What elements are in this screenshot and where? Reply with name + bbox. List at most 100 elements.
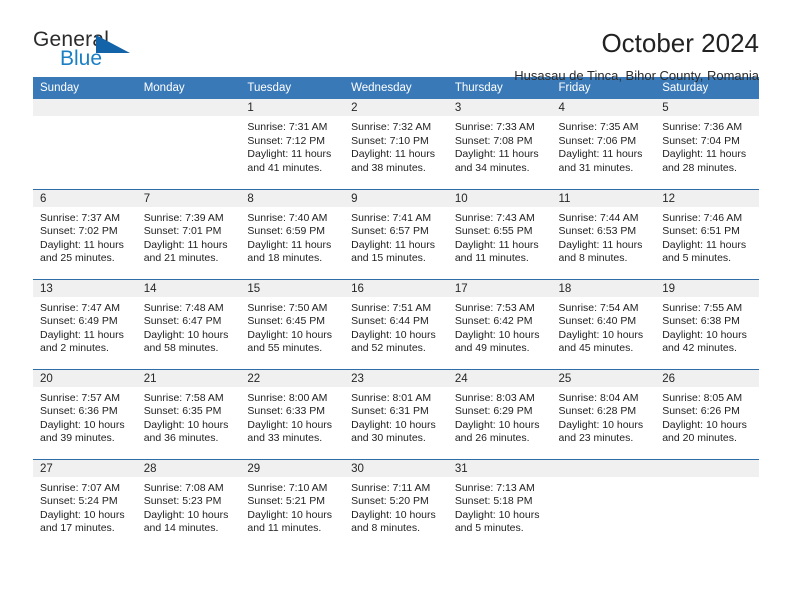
daylight-text-line1: Daylight: 10 hours (454, 418, 540, 431)
sunset-text: Sunset: 6:51 PM (662, 225, 740, 238)
day-number (551, 459, 656, 477)
sunset-text: Sunset: 6:29 PM (454, 405, 533, 418)
day-cell[interactable]: 25 Sunrise: 8:04 AM Sunset: 6:28 PM Dayl… (551, 368, 656, 459)
day-details: Sunrise: 7:55 AM Sunset: 6:38 PM Dayligh… (655, 297, 759, 356)
sunset-text: Sunset: 6:26 PM (662, 405, 740, 418)
day-cell[interactable]: 15 Sunrise: 7:50 AM Sunset: 6:45 PM Dayl… (240, 278, 345, 369)
day-cell[interactable]: 30 Sunrise: 7:11 AM Sunset: 5:20 PM Dayl… (344, 458, 448, 549)
daylight-text-line2: and 36 minutes. (143, 432, 219, 445)
day-details: Sunrise: 7:36 AM Sunset: 7:04 PM Dayligh… (655, 116, 759, 175)
calendar-week-row: 1 Sunrise: 7:31 AM Sunset: 7:12 PM Dayli… (33, 99, 759, 189)
day-details: Sunrise: 7:32 AM Sunset: 7:10 PM Dayligh… (344, 116, 448, 175)
day-number: 6 (33, 189, 137, 207)
day-details: Sunrise: 7:13 AM Sunset: 5:18 PM Dayligh… (448, 477, 552, 536)
day-cell[interactable]: 12 Sunrise: 7:46 AM Sunset: 6:51 PM Dayl… (655, 188, 759, 279)
daylight-text-line1: Daylight: 10 hours (40, 508, 125, 521)
daylight-text-line2: and 14 minutes. (143, 522, 219, 535)
day-number: 10 (447, 189, 552, 207)
sunset-text: Sunset: 6:36 PM (40, 405, 118, 418)
day-details: Sunrise: 7:07 AM Sunset: 5:24 PM Dayligh… (33, 477, 137, 536)
day-details: Sunrise: 7:51 AM Sunset: 6:44 PM Dayligh… (344, 297, 448, 356)
day-details: Sunrise: 8:01 AM Sunset: 6:31 PM Dayligh… (344, 387, 448, 446)
day-cell[interactable]: 23 Sunrise: 8:01 AM Sunset: 6:31 PM Dayl… (344, 368, 448, 459)
day-number: 19 (655, 279, 759, 297)
day-number: 17 (447, 279, 552, 297)
sunset-text: Sunset: 6:35 PM (143, 405, 222, 418)
day-number: 14 (136, 279, 241, 297)
day-number (136, 99, 241, 116)
day-details: Sunrise: 7:41 AM Sunset: 6:57 PM Dayligh… (344, 207, 448, 266)
day-cell[interactable] (33, 99, 137, 189)
day-number: 22 (240, 369, 345, 387)
daylight-text-line2: and 2 minutes. (40, 342, 109, 355)
weekday-header-monday: Monday (136, 77, 241, 99)
day-cell[interactable]: 20 Sunrise: 7:57 AM Sunset: 6:36 PM Dayl… (33, 368, 137, 459)
day-number: 28 (136, 459, 241, 477)
day-cell[interactable]: 1 Sunrise: 7:31 AM Sunset: 7:12 PM Dayli… (240, 99, 345, 189)
day-cell[interactable]: 18 Sunrise: 7:54 AM Sunset: 6:40 PM Dayl… (551, 278, 656, 369)
day-cell[interactable]: 29 Sunrise: 7:10 AM Sunset: 5:21 PM Dayl… (240, 458, 345, 549)
day-cell[interactable]: 24 Sunrise: 8:03 AM Sunset: 6:29 PM Dayl… (447, 368, 552, 459)
page-header: General Blue October 2024 Husasau de Tin… (33, 0, 759, 83)
daylight-text-line1: Daylight: 11 hours (662, 148, 747, 161)
day-cell[interactable]: 31 Sunrise: 7:13 AM Sunset: 5:18 PM Dayl… (447, 458, 552, 549)
day-cell[interactable]: 14 Sunrise: 7:48 AM Sunset: 6:47 PM Dayl… (136, 278, 241, 369)
day-cell[interactable]: 9 Sunrise: 7:41 AM Sunset: 6:57 PM Dayli… (344, 188, 448, 279)
day-cell[interactable]: 17 Sunrise: 7:53 AM Sunset: 6:42 PM Dayl… (447, 278, 552, 369)
logo-text-blue: Blue (60, 47, 103, 70)
day-details (137, 116, 241, 121)
day-cell[interactable]: 28 Sunrise: 7:08 AM Sunset: 5:23 PM Dayl… (136, 458, 241, 549)
day-cell[interactable]: 3 Sunrise: 7:33 AM Sunset: 7:08 PM Dayli… (447, 99, 552, 189)
day-cell[interactable]: 6 Sunrise: 7:37 AM Sunset: 7:02 PM Dayli… (33, 188, 137, 279)
day-details: Sunrise: 7:54 AM Sunset: 6:40 PM Dayligh… (552, 297, 656, 356)
daylight-text-line1: Daylight: 10 hours (454, 328, 540, 341)
sunrise-text: Sunrise: 7:10 AM (247, 481, 328, 494)
day-details: Sunrise: 7:57 AM Sunset: 6:36 PM Dayligh… (33, 387, 137, 446)
day-cell[interactable]: 10 Sunrise: 7:43 AM Sunset: 6:55 PM Dayl… (447, 188, 552, 279)
sunrise-text: Sunrise: 7:43 AM (454, 211, 535, 224)
day-number: 21 (136, 369, 241, 387)
sunset-text: Sunset: 6:49 PM (40, 315, 118, 328)
daylight-text-line2: and 15 minutes. (351, 252, 426, 265)
generalblue-logo[interactable]: General Blue (33, 28, 145, 74)
sunset-text: Sunset: 6:38 PM (662, 315, 740, 328)
sunrise-text: Sunrise: 7:58 AM (143, 391, 224, 404)
sunrise-text: Sunrise: 7:31 AM (247, 121, 328, 133)
day-cell[interactable]: 2 Sunrise: 7:32 AM Sunset: 7:10 PM Dayli… (344, 99, 448, 189)
day-number: 18 (551, 279, 656, 297)
daylight-text-line1: Daylight: 10 hours (247, 418, 333, 431)
sunrise-text: Sunrise: 7:08 AM (143, 481, 224, 494)
daylight-text-line1: Daylight: 10 hours (143, 418, 229, 431)
day-cell[interactable]: 27 Sunrise: 7:07 AM Sunset: 5:24 PM Dayl… (33, 458, 137, 549)
day-cell[interactable]: 13 Sunrise: 7:47 AM Sunset: 6:49 PM Dayl… (33, 278, 137, 369)
day-cell[interactable]: 16 Sunrise: 7:51 AM Sunset: 6:44 PM Dayl… (344, 278, 448, 369)
day-cell[interactable] (136, 99, 241, 189)
sunrise-text: Sunrise: 7:50 AM (247, 301, 328, 314)
day-cell[interactable]: 11 Sunrise: 7:44 AM Sunset: 6:53 PM Dayl… (551, 188, 656, 279)
day-cell[interactable]: 7 Sunrise: 7:39 AM Sunset: 7:01 PM Dayli… (136, 188, 241, 279)
daylight-text-line1: Daylight: 11 hours (40, 238, 124, 251)
day-details: Sunrise: 7:50 AM Sunset: 6:45 PM Dayligh… (240, 297, 344, 356)
day-cell[interactable]: 5 Sunrise: 7:36 AM Sunset: 7:04 PM Dayli… (655, 99, 759, 189)
day-cell[interactable]: 8 Sunrise: 7:40 AM Sunset: 6:59 PM Dayli… (240, 188, 345, 279)
day-cell[interactable]: 22 Sunrise: 8:00 AM Sunset: 6:33 PM Dayl… (240, 368, 345, 459)
day-details: Sunrise: 8:05 AM Sunset: 6:26 PM Dayligh… (655, 387, 759, 446)
day-cell[interactable]: 21 Sunrise: 7:58 AM Sunset: 6:35 PM Dayl… (136, 368, 241, 459)
daylight-text-line2: and 52 minutes. (351, 342, 426, 355)
day-cell[interactable]: 26 Sunrise: 8:05 AM Sunset: 6:26 PM Dayl… (655, 368, 759, 459)
sunset-text: Sunset: 6:42 PM (454, 315, 533, 328)
daylight-text-line1: Daylight: 11 hours (247, 148, 332, 161)
daylight-text-line1: Daylight: 11 hours (351, 148, 435, 161)
day-cell[interactable] (655, 458, 759, 549)
daylight-text-line2: and 55 minutes. (247, 342, 323, 355)
day-cell[interactable]: 4 Sunrise: 7:35 AM Sunset: 7:06 PM Dayli… (551, 99, 656, 189)
sunrise-text: Sunrise: 8:05 AM (662, 391, 743, 404)
day-cell[interactable]: 19 Sunrise: 7:55 AM Sunset: 6:38 PM Dayl… (655, 278, 759, 369)
day-cell[interactable] (551, 458, 656, 549)
sunrise-text: Sunrise: 7:53 AM (454, 301, 535, 314)
daylight-text-line2: and 33 minutes. (247, 432, 323, 445)
location-subtitle: Husasau de Tinca, Bihor County, Romania (514, 68, 759, 83)
sunrise-text: Sunrise: 7:13 AM (454, 481, 535, 494)
day-number: 1 (240, 99, 345, 116)
sunset-text: Sunset: 7:10 PM (351, 134, 429, 147)
